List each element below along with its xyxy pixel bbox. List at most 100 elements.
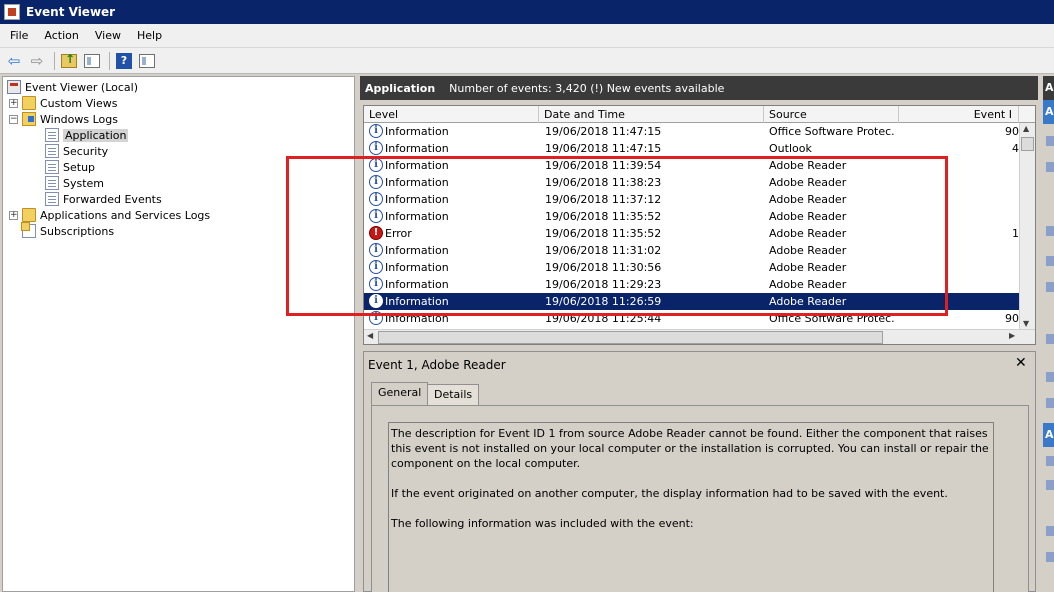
action-icon[interactable] (1046, 334, 1054, 344)
action-icon[interactable] (1046, 136, 1054, 146)
show-hide-tree-button[interactable] (82, 51, 102, 71)
toolbar-separator (54, 51, 55, 70)
tree-item-apps-services[interactable]: + Applications and Services Logs (9, 207, 210, 223)
actions-section-header[interactable]: A (1043, 100, 1054, 124)
log-icon (45, 192, 59, 206)
scroll-down-icon[interactable]: ▼ (1023, 319, 1029, 328)
scroll-thumb[interactable] (378, 331, 883, 344)
up-folder-button[interactable] (59, 51, 79, 71)
action-icon[interactable] (1046, 480, 1054, 490)
event-source: Office Software Protec... (769, 312, 895, 325)
tree-label: Subscriptions (40, 224, 115, 238)
action-icon[interactable] (1046, 226, 1054, 236)
help-button[interactable]: ? (114, 51, 134, 71)
event-level: Information (385, 210, 449, 223)
event-level: Information (385, 261, 449, 274)
menu-help[interactable]: Help (131, 27, 168, 44)
event-level: Error (385, 227, 412, 240)
collapse-icon[interactable]: − (9, 114, 18, 124)
column-header-date[interactable]: Date and Time (539, 106, 764, 123)
event-row[interactable]: i Information 19/06/2018 11:37:12 Adobe Rea… (364, 191, 1019, 208)
action-icon[interactable] (1046, 398, 1054, 408)
event-id (899, 259, 1019, 276)
tab-details[interactable]: Details (427, 384, 480, 406)
event-date: 19/06/2018 11:35:52 (545, 210, 662, 223)
scroll-right-icon[interactable]: ▶ (1009, 331, 1015, 340)
horizontal-scrollbar[interactable]: ◀ ▶ (364, 329, 1035, 344)
event-row[interactable]: i Information 19/06/2018 11:39:54 Adobe Rea… (364, 157, 1019, 174)
event-row[interactable]: i Information 19/06/2018 11:25:44 Office So… (364, 310, 1019, 327)
action-icon[interactable] (1046, 372, 1054, 382)
log-icon (45, 128, 59, 142)
event-row[interactable]: i Information 19/06/2018 11:26:59 Adobe Rea… (364, 293, 1019, 310)
event-row[interactable]: i Information 19/06/2018 11:47:15 Outlook 4 (364, 140, 1019, 157)
forward-arrow-icon[interactable]: ⇨ (27, 51, 47, 71)
event-level: Information (385, 193, 449, 206)
information-icon: i (369, 192, 383, 206)
event-row[interactable]: ! Error 19/06/2018 11:35:52 Adobe Reader 1 (364, 225, 1019, 242)
expand-icon[interactable]: + (9, 210, 18, 220)
vertical-scrollbar[interactable]: ▲ ▼ (1019, 123, 1035, 329)
tree-item-security[interactable]: Security (45, 143, 108, 159)
tree-item-setup[interactable]: Setup (45, 159, 95, 175)
tree-item-system[interactable]: System (45, 175, 104, 191)
column-header-level[interactable]: Level (364, 106, 539, 123)
action-icon[interactable] (1046, 282, 1054, 292)
column-header-source[interactable]: Source (764, 106, 899, 123)
event-row[interactable]: i Information 19/06/2018 11:29:23 Adobe Rea… (364, 276, 1019, 293)
actions-section-header[interactable]: A (1043, 423, 1054, 447)
tree-label: Forwarded Events (63, 192, 162, 206)
event-row[interactable]: i Information 19/06/2018 11:47:15 Office So… (364, 123, 1019, 140)
log-header: Application Number of events: 3,420 (!) … (360, 76, 1038, 100)
back-arrow-icon[interactable]: ⇦ (4, 51, 24, 71)
tree-item-root[interactable]: Event Viewer (Local) (7, 79, 138, 95)
menu-action[interactable]: Action (38, 27, 84, 44)
scroll-up-icon[interactable]: ▲ (1023, 124, 1029, 133)
menu-bar: File Action View Help (0, 24, 1054, 48)
event-description[interactable]: The description for Event ID 1 from sour… (388, 422, 994, 592)
event-source: Adobe Reader (769, 176, 847, 189)
detail-title: Event 1, Adobe Reader (368, 358, 506, 372)
event-date: 19/06/2018 11:29:23 (545, 278, 662, 291)
event-id: 90 (1005, 125, 1019, 138)
scroll-thumb[interactable] (1021, 137, 1034, 151)
event-level: Information (385, 295, 449, 308)
tree-item-custom-views[interactable]: + Custom Views (9, 95, 117, 111)
event-id (899, 208, 1019, 225)
console-tree-icon (84, 53, 100, 68)
event-row[interactable]: i Information 19/06/2018 11:38:23 Adobe Rea… (364, 174, 1019, 191)
event-row[interactable]: i Information 19/06/2018 11:31:02 Adobe Rea… (364, 242, 1019, 259)
subscriptions-icon (21, 222, 36, 238)
action-icon[interactable] (1046, 526, 1054, 536)
tree-item-application[interactable]: Application (45, 127, 129, 143)
action-icon[interactable] (1046, 552, 1054, 562)
tab-general[interactable]: General (371, 382, 429, 406)
action-icon[interactable] (1046, 256, 1054, 266)
help-icon: ? (116, 52, 132, 69)
action-icon[interactable] (1046, 162, 1054, 172)
close-icon[interactable]: ✕ (1015, 355, 1027, 371)
tree-item-windows-logs[interactable]: − Windows Logs (9, 111, 118, 127)
event-source: Adobe Reader (769, 210, 847, 223)
tree-item-subscriptions[interactable]: Subscriptions (21, 222, 115, 239)
menu-file[interactable]: File (4, 27, 34, 44)
menu-view[interactable]: View (89, 27, 127, 44)
column-header-event-id[interactable]: Event I (899, 106, 1019, 123)
show-hide-actions-button[interactable] (137, 51, 157, 71)
information-icon: i (369, 175, 383, 189)
event-row[interactable]: i Information 19/06/2018 11:35:52 Adobe Rea… (364, 208, 1019, 225)
event-level: Information (385, 278, 449, 291)
expand-icon[interactable]: + (9, 98, 18, 108)
event-source: Adobe Reader (769, 159, 847, 172)
event-row[interactable]: i Information 19/06/2018 11:30:56 Adobe Rea… (364, 259, 1019, 276)
event-viewer-icon (4, 4, 20, 20)
event-date: 19/06/2018 11:26:59 (545, 295, 662, 308)
scroll-left-icon[interactable]: ◀ (367, 331, 373, 340)
action-pane-icon (139, 53, 155, 68)
title-bar: Event Viewer (0, 0, 1054, 24)
event-source: Adobe Reader (769, 278, 847, 291)
event-level: Information (385, 159, 449, 172)
tree-item-forwarded-events[interactable]: Forwarded Events (45, 191, 162, 207)
tree-label: Application (63, 128, 129, 142)
action-icon[interactable] (1046, 456, 1054, 466)
